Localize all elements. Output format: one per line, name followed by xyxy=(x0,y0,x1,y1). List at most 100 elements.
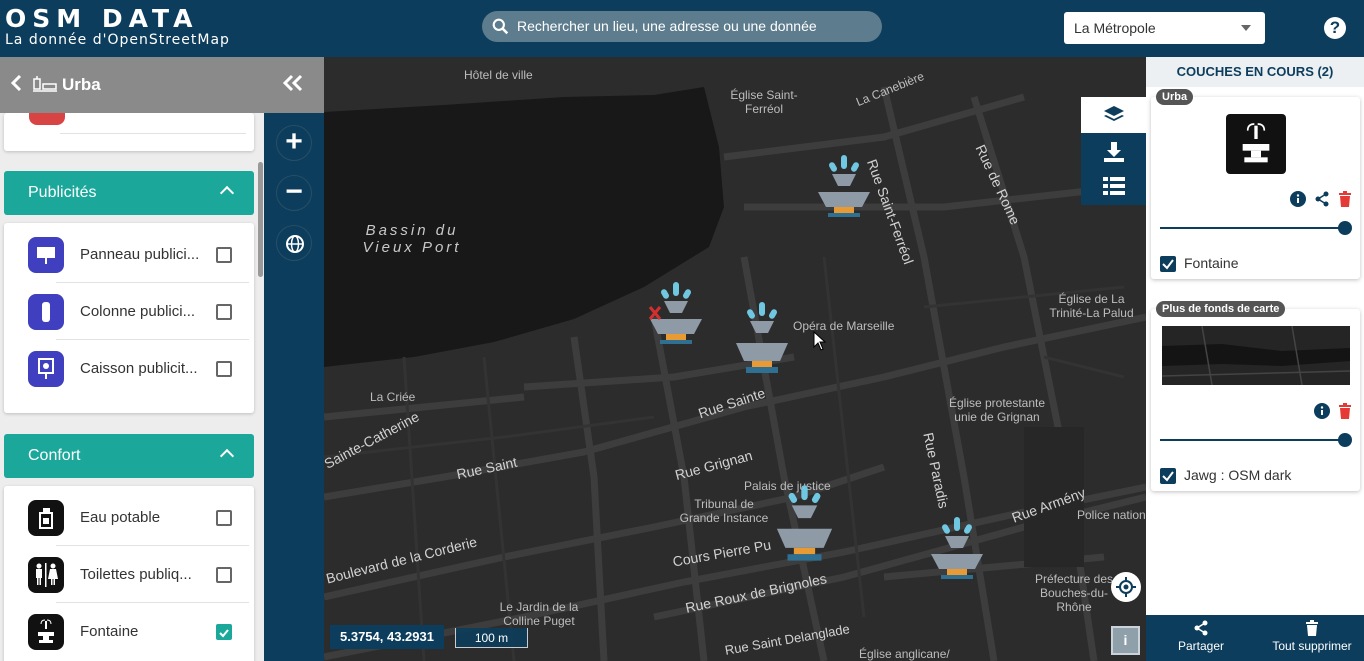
chevron-down-icon xyxy=(1241,25,1251,31)
layer-tag: Plus de fonds de carte xyxy=(1156,301,1286,317)
back-button[interactable] xyxy=(10,74,22,96)
opacity-slider[interactable] xyxy=(1160,433,1352,447)
layer-label: Eau potable xyxy=(80,509,161,526)
fountain-icon xyxy=(1226,114,1286,174)
previous-section-card xyxy=(4,113,254,151)
delete-all-label: Tout supprimer xyxy=(1272,639,1352,653)
layer-checkbox-checked[interactable] xyxy=(216,624,232,640)
chevron-left-icon xyxy=(10,74,22,92)
help-button[interactable]: ? xyxy=(1324,17,1346,39)
layer-label: Colonne publici... xyxy=(80,303,196,320)
crosshair-icon xyxy=(1116,577,1136,597)
map-label: Église de La Trinité-La Palud xyxy=(1049,292,1134,320)
map-label: Le Jardin de la Colline Puget xyxy=(499,600,579,628)
layer-card-basemap: Plus de fonds de carte Jawg : OSM dark xyxy=(1151,301,1360,491)
trash-icon[interactable] xyxy=(1338,191,1352,207)
opacity-slider[interactable] xyxy=(1160,221,1352,235)
toilets-icon xyxy=(28,557,64,593)
drinking-water-icon xyxy=(28,500,64,536)
panel-title: Urba xyxy=(62,75,101,94)
fountain-marker[interactable] xyxy=(772,482,837,567)
section-title: Publicités xyxy=(28,184,97,201)
search-placeholder: Rechercher un lieu, une adresse ou une d… xyxy=(517,18,817,34)
logo-title: OSM DATA xyxy=(5,4,199,33)
osm-data-logo[interactable]: OSM DATA La donnée d'OpenStreetMap xyxy=(5,4,230,49)
layer-card-fontaine: Urba Fontaine xyxy=(1151,89,1360,279)
fountain-icon xyxy=(28,614,64,650)
map-info-button[interactable]: i xyxy=(1111,626,1140,655)
globe-button[interactable] xyxy=(276,225,312,261)
map-label: Préfecture des Bouches-du-Rhône xyxy=(1034,572,1114,614)
layer-item-eau-potable[interactable]: Eau potable xyxy=(24,489,249,546)
layer-item-toilettes[interactable]: Toilettes publiq... xyxy=(24,546,249,603)
layer-item-colonne[interactable]: Colonne publici... xyxy=(24,283,249,340)
map-controls-strip: + − xyxy=(264,113,324,661)
layer-checkbox[interactable] xyxy=(216,247,232,263)
map-canvas[interactable]: Hôtel de ville Église Saint-Ferréol La C… xyxy=(324,57,1146,661)
fountain-marker[interactable] xyxy=(814,152,874,227)
trash-icon[interactable] xyxy=(1338,403,1352,419)
section-header-publicites[interactable]: Publicités xyxy=(4,171,254,215)
layer-checkbox[interactable] xyxy=(216,510,232,526)
table-icon[interactable] xyxy=(1103,177,1125,195)
advertising-box-icon xyxy=(28,351,64,387)
collapse-panel-button[interactable] xyxy=(282,71,304,99)
zoom-in-button[interactable]: + xyxy=(276,125,312,161)
chevron-up-icon xyxy=(219,448,235,464)
share-label: Partager xyxy=(1177,639,1225,653)
map-tools xyxy=(1081,97,1146,205)
map-label: Église anglicane/ xyxy=(859,647,950,661)
layer-item-fontaine[interactable]: Fontaine xyxy=(24,603,249,660)
share-icon[interactable] xyxy=(1314,191,1330,207)
fountain-marker[interactable] xyxy=(646,279,706,354)
coordinates-readout: 5.3754, 43.2931 xyxy=(330,625,444,649)
map-label: Église Saint-Ferréol xyxy=(730,88,798,116)
layer-name: Jawg : OSM dark xyxy=(1184,467,1292,483)
billboard-icon xyxy=(28,237,64,273)
layer-checkbox[interactable] xyxy=(216,361,232,377)
scrollbar[interactable] xyxy=(258,162,263,277)
scale-bar: 100 m xyxy=(455,628,528,648)
check-icon xyxy=(1162,259,1174,270)
info-icon[interactable] xyxy=(1290,191,1306,207)
search-input[interactable]: Rechercher un lieu, une adresse ou une d… xyxy=(482,11,882,42)
layer-label: Caisson publicit... xyxy=(80,360,198,377)
layer-item-caisson[interactable]: Caisson publicit... xyxy=(24,340,249,397)
fountain-marker[interactable] xyxy=(732,299,792,379)
info-icon[interactable] xyxy=(1314,403,1330,419)
delete-all-button[interactable]: Tout supprimer xyxy=(1264,615,1360,661)
search-icon xyxy=(492,18,509,35)
share-button[interactable]: Partager xyxy=(1166,615,1236,661)
globe-icon xyxy=(286,235,304,253)
warning-marker-icon xyxy=(648,306,662,320)
zoom-out-button[interactable]: − xyxy=(276,175,312,211)
slider-knob[interactable] xyxy=(1338,221,1352,235)
check-icon xyxy=(1162,471,1174,482)
layer-checkbox[interactable] xyxy=(216,567,232,583)
right-panel-footer: Partager Tout supprimer xyxy=(1146,615,1364,661)
advertising-column-icon xyxy=(28,294,64,330)
fountain-marker[interactable] xyxy=(927,514,987,589)
double-chevron-left-icon xyxy=(282,74,303,92)
layer-item-panneau[interactable]: Panneau publici... xyxy=(24,226,249,283)
layer-visible-checkbox[interactable] xyxy=(1160,256,1176,272)
chevron-up-icon xyxy=(219,185,235,201)
geolocate-button[interactable] xyxy=(1111,572,1141,602)
app-header: OSM DATA La donnée d'OpenStreetMap Reche… xyxy=(0,0,1364,57)
layer-name: Fontaine xyxy=(1184,255,1239,271)
section-header-confort[interactable]: Confort xyxy=(4,434,254,478)
layer-checkbox[interactable] xyxy=(216,304,232,320)
download-icon[interactable] xyxy=(1103,141,1125,163)
right-panel: COUCHES EN COURS (2) Urba Fontaine Plus … xyxy=(1146,57,1364,661)
category-icon xyxy=(29,113,65,125)
layer-visible-checkbox[interactable] xyxy=(1160,468,1176,484)
layers-button[interactable] xyxy=(1081,97,1146,133)
slider-knob[interactable] xyxy=(1338,433,1352,447)
active-layers-title: COUCHES EN COURS (2) xyxy=(1146,57,1364,87)
layer-label: Fontaine xyxy=(80,623,139,640)
mouse-cursor-icon xyxy=(813,331,827,351)
layers-icon xyxy=(1104,106,1124,121)
share-icon xyxy=(1194,620,1208,636)
layer-label: Panneau publici... xyxy=(80,246,200,263)
territory-select[interactable]: La Métropole xyxy=(1064,12,1265,44)
